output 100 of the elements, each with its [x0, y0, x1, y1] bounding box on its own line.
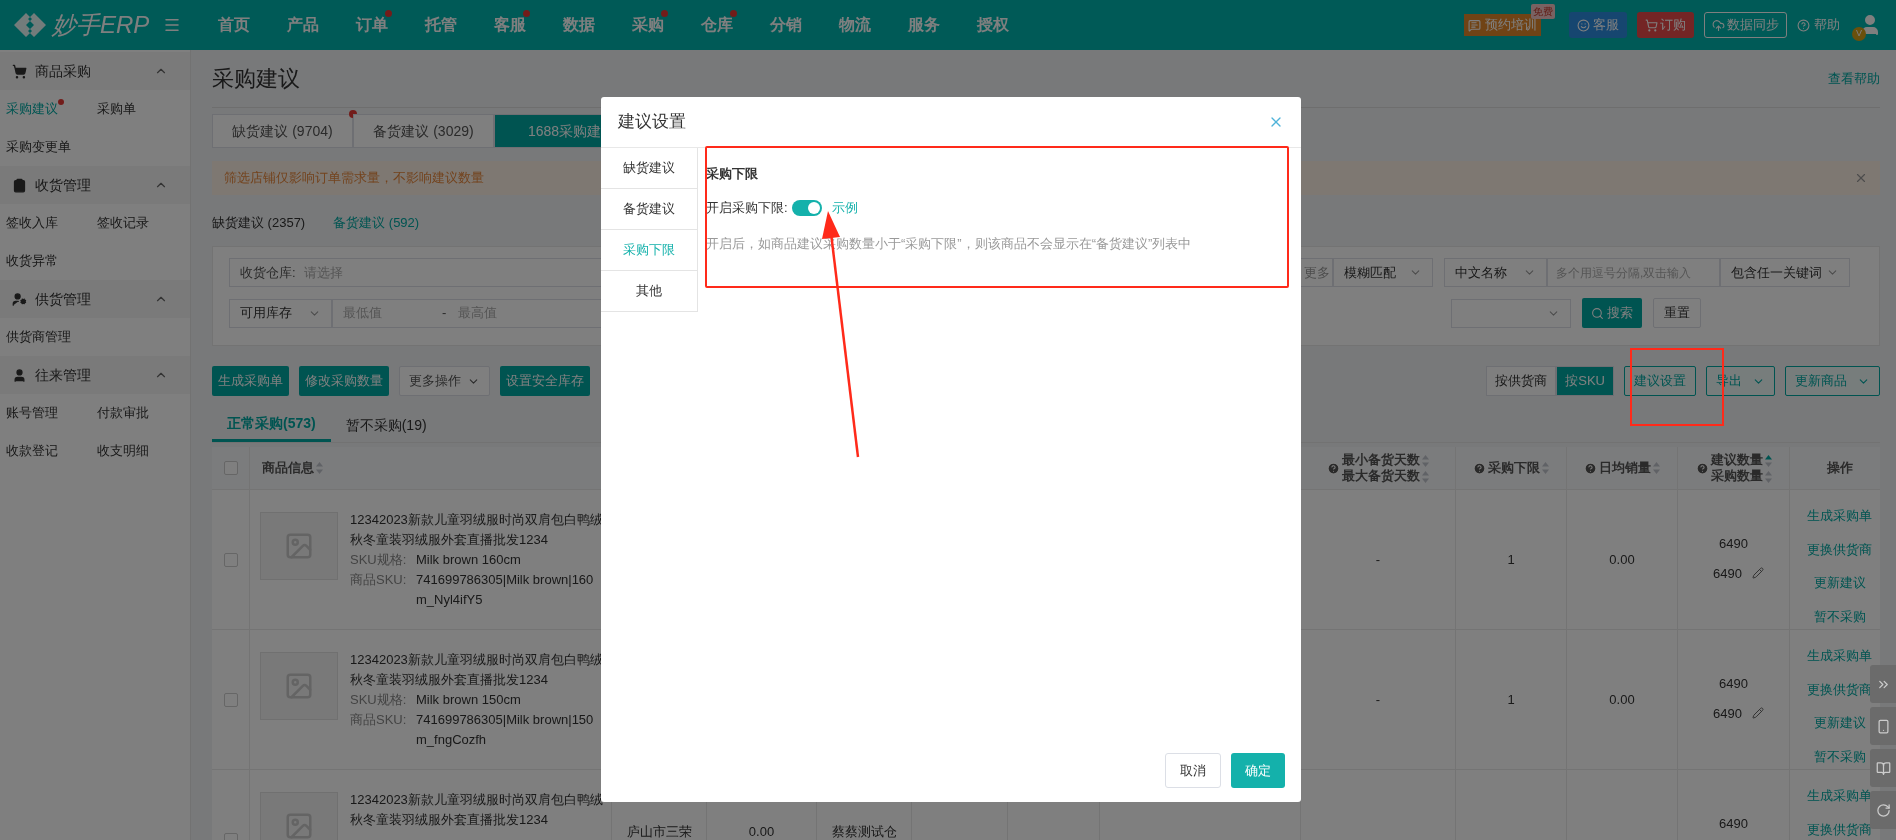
- dialog-menu-item[interactable]: 缺货建议: [601, 148, 698, 189]
- checkbox[interactable]: [223, 692, 238, 707]
- list-tab[interactable]: 正常采购(573): [212, 408, 331, 442]
- sort-icon[interactable]: [316, 462, 323, 474]
- group-icon: [12, 63, 27, 79]
- nav-item[interactable]: 物流: [838, 13, 871, 37]
- sidebar-item[interactable]: 收货异常: [6, 251, 58, 271]
- refresh-button[interactable]: [1870, 791, 1896, 829]
- refresh-icon: [1875, 802, 1891, 818]
- search-button[interactable]: 搜索: [1582, 298, 1642, 328]
- field-label: SKU规格:: [350, 551, 408, 569]
- sidebar-item[interactable]: 采购建议: [6, 99, 58, 119]
- purchase-quantity: 6490: [1713, 564, 1742, 583]
- sidebar-group-header[interactable]: 往来管理: [0, 356, 190, 394]
- double-chevron-button[interactable]: [1870, 665, 1896, 703]
- sidebar-item[interactable]: 收款登记: [6, 441, 58, 461]
- row-action-link[interactable]: 生成采购单: [1807, 506, 1872, 526]
- product-title: 秋冬童装羽绒服外套直播批发1234: [350, 531, 549, 549]
- sidebar-item[interactable]: 采购单: [97, 99, 136, 119]
- checkbox[interactable]: [223, 552, 238, 567]
- view-toggle[interactable]: 按SKU: [1556, 366, 1614, 396]
- book-button[interactable]: [1870, 749, 1896, 787]
- nav-item[interactable]: 产品: [286, 13, 319, 37]
- sidebar-item[interactable]: 签收记录: [97, 213, 149, 233]
- column-header: 采购数量: [1710, 468, 1772, 484]
- nav-item[interactable]: 客服: [493, 13, 526, 37]
- sidebar-item[interactable]: 供货商管理: [6, 327, 71, 347]
- dropdown-button[interactable]: 更新商品: [1785, 366, 1880, 396]
- row-action-link[interactable]: 更换供货商: [1807, 539, 1872, 559]
- nav-item[interactable]: 数据: [562, 13, 595, 37]
- row-action-link[interactable]: 更新建议: [1813, 713, 1866, 733]
- nav-item[interactable]: 分销: [769, 13, 802, 37]
- confirm-button[interactable]: 确定: [1231, 753, 1285, 788]
- nav-item[interactable]: 仓库: [700, 13, 733, 37]
- more-actions-button[interactable]: 更多操作: [399, 366, 490, 396]
- chat-icon: [1468, 18, 1481, 32]
- edit-icon[interactable]: [1751, 707, 1764, 720]
- action-button[interactable]: 设置安全库存: [500, 366, 590, 396]
- reset-button[interactable]: 重置: [1653, 298, 1701, 328]
- checkbox[interactable]: [223, 461, 238, 475]
- nav-item[interactable]: 首页: [217, 13, 250, 37]
- row-action-link[interactable]: 更新建议: [1813, 573, 1866, 593]
- field-select[interactable]: 中文名称: [1444, 258, 1547, 287]
- free-badge: 免费: [1531, 4, 1555, 19]
- dialog-menu-item[interactable]: 采购下限: [601, 230, 698, 271]
- settings-button[interactable]: 建议设置: [1624, 366, 1696, 396]
- nav-item[interactable]: 订单: [355, 13, 388, 37]
- sidebar-item[interactable]: 账号管理: [6, 403, 58, 423]
- service-button[interactable]: 客服: [1569, 12, 1627, 38]
- row-action-link[interactable]: 暂不采购: [1813, 606, 1866, 626]
- phone-button[interactable]: [1870, 707, 1896, 745]
- cancel-button[interactable]: 取消: [1165, 753, 1221, 788]
- nav-item[interactable]: 授权: [976, 13, 1009, 37]
- sidebar-group-header[interactable]: 商品采购: [0, 52, 190, 90]
- view-toggle[interactable]: 按供货商: [1486, 366, 1557, 396]
- action-button[interactable]: 修改采购数量: [299, 366, 389, 396]
- list-tab[interactable]: 暂不采购(19): [330, 408, 442, 442]
- toggle-switch[interactable]: [791, 199, 822, 216]
- sidebar-group-header[interactable]: 供货管理: [0, 280, 190, 318]
- sort-icon[interactable]: [1542, 462, 1549, 474]
- product-sku: 741699786305|Milk brown|160: [416, 571, 594, 589]
- order-button[interactable]: 订购: [1637, 12, 1694, 38]
- example-link[interactable]: 示例: [831, 197, 858, 218]
- help-link[interactable]: 帮助: [1797, 15, 1840, 35]
- sub-tab[interactable]: 备货建议 (592): [333, 213, 420, 233]
- group-title: 往来管理: [35, 365, 91, 385]
- select-field[interactable]: [1451, 298, 1571, 328]
- menu-icon[interactable]: [163, 16, 182, 34]
- sidebar-item[interactable]: 签收入库: [6, 213, 58, 233]
- product-sku: m_fngCozfh: [416, 731, 488, 749]
- sort-icon[interactable]: [1422, 470, 1429, 483]
- close-icon[interactable]: [1854, 171, 1868, 185]
- tab[interactable]: 备货建议 (3029): [353, 114, 494, 148]
- row-action-link[interactable]: 暂不采购: [1813, 746, 1866, 766]
- row-action-link[interactable]: 生成采购单: [1807, 646, 1872, 666]
- edit-icon[interactable]: [1751, 567, 1764, 580]
- sort-icon[interactable]: [1422, 454, 1429, 467]
- sync-button[interactable]: 数据同步: [1704, 12, 1787, 38]
- dialog-menu-item[interactable]: 备货建议: [601, 189, 698, 230]
- sidebar-group-header[interactable]: 收货管理: [0, 166, 190, 204]
- toggle-label: 开启采购下限:: [706, 198, 788, 217]
- sidebar-item[interactable]: 收支明细: [97, 441, 149, 461]
- nav-item[interactable]: 服务: [907, 13, 940, 37]
- sort-icon[interactable]: [1764, 470, 1772, 483]
- help-link[interactable]: 查看帮助: [1828, 68, 1880, 89]
- nav-item[interactable]: 托管: [424, 13, 457, 37]
- match-select[interactable]: 模糊匹配: [1333, 258, 1433, 287]
- action-button[interactable]: 生成采购单: [212, 366, 289, 396]
- row-action-link[interactable]: 更换供货商: [1807, 679, 1872, 699]
- nav-item[interactable]: 采购: [631, 13, 664, 37]
- sidebar-item[interactable]: 采购变更单: [6, 137, 71, 157]
- sub-tab[interactable]: 缺货建议 (2357): [212, 213, 306, 233]
- sort-icon[interactable]: [1653, 462, 1660, 474]
- sort-icon[interactable]: [1764, 454, 1772, 467]
- row-action-link[interactable]: 更换供货商: [1807, 819, 1872, 839]
- stock-select[interactable]: 可用库存: [229, 298, 332, 328]
- row-action-link[interactable]: 生成采购单: [1807, 786, 1872, 806]
- dialog-menu-item[interactable]: 其他: [601, 271, 698, 312]
- tab[interactable]: 缺货建议 (9704): [212, 114, 353, 148]
- sidebar-item[interactable]: 付款审批: [97, 403, 149, 423]
